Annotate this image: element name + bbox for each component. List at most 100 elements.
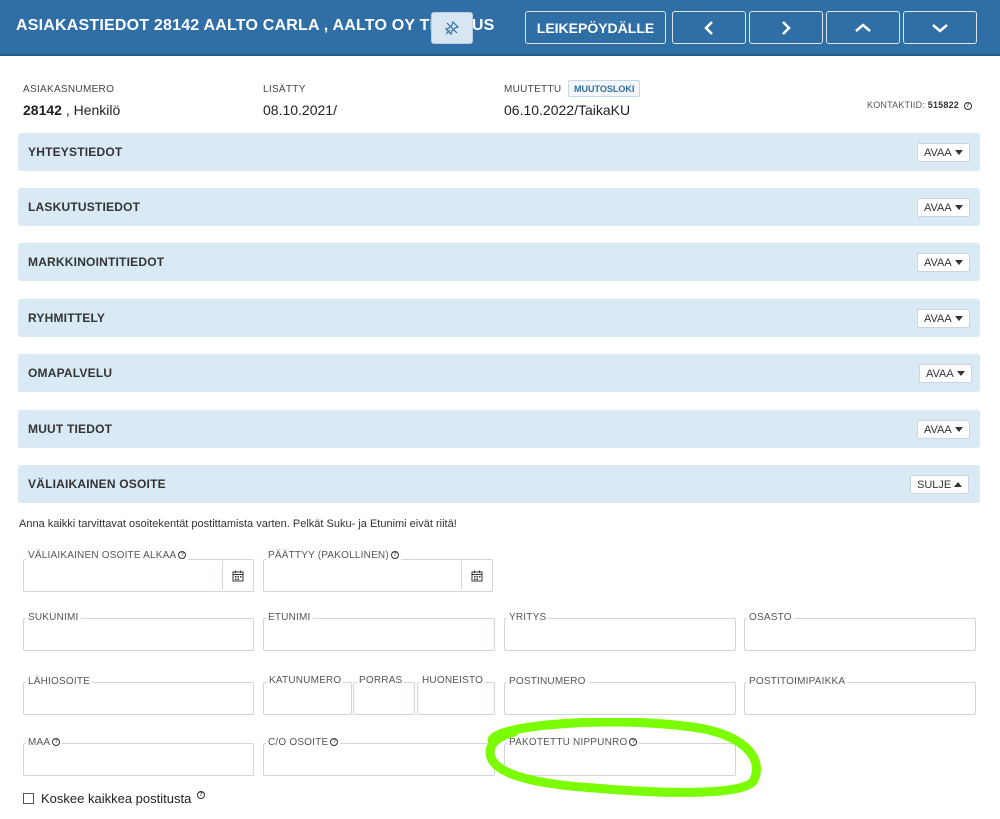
pin-off-icon (445, 21, 459, 35)
customer-number-value: 28142 , Henkilö (23, 102, 120, 118)
contact-id-value: 515822 (927, 100, 959, 110)
katunumero-field[interactable] (263, 682, 352, 715)
chevron-down-icon (932, 23, 948, 33)
open-label: AVAA (924, 256, 952, 269)
osasto-label: OSASTO (747, 612, 794, 623)
yritys-label: YRITYS (507, 612, 549, 623)
help-icon[interactable]: ? (963, 101, 972, 110)
open-button[interactable]: AVAA (917, 143, 970, 162)
open-label: AVAA (926, 367, 954, 380)
chevron-left-icon (704, 20, 713, 35)
section-title: OMAPALVELU (28, 366, 113, 380)
caret-down-icon (954, 205, 963, 210)
start-date-field[interactable] (23, 559, 254, 592)
open-button[interactable]: AVAA (917, 309, 970, 328)
nippunro-label: PAKOTETTU NIPPUNRO? (507, 737, 640, 748)
section-markkinointitiedot[interactable]: MARKKINOINTITIEDOT AVAA (18, 243, 980, 281)
section-title: LASKUTUSTIEDOT (28, 200, 141, 214)
open-label: AVAA (924, 423, 952, 436)
page-title: ASIAKASTIEDOT 28142 AALTO CARLA , AALTO … (16, 17, 495, 34)
section-title: MUUT TIEDOT (28, 422, 113, 436)
calendar-button[interactable] (461, 561, 491, 590)
all-mail-checkbox-label: Koskee kaikkea postitusta ? (41, 791, 205, 806)
calendar-icon (232, 570, 243, 581)
help-icon[interactable]: ? (52, 738, 61, 747)
huoneisto-label: HUONEISTO (420, 675, 486, 686)
open-button[interactable]: AVAA (919, 364, 972, 383)
modified-label: MUUTETTU (504, 84, 562, 95)
porras-label: PORRAS (357, 675, 405, 686)
start-date-label: VÄLIAIKAINEN OSOITE ALKAA? (26, 550, 189, 561)
section-title: YHTEYSTIEDOT (28, 145, 123, 159)
open-button[interactable]: AVAA (917, 198, 970, 217)
section-valiaikainen-osoite[interactable]: VÄLIAIKAINEN OSOITE SULJE (18, 465, 980, 503)
all-mail-checkbox[interactable] (23, 793, 34, 804)
co-address-label: C/O OSOITE? (266, 737, 341, 748)
header-bar: ASIAKASTIEDOT 28142 AALTO CARLA , AALTO … (0, 0, 1000, 56)
end-date-field[interactable] (263, 559, 493, 592)
section-omapalvelu[interactable]: OMAPALVELU AVAA (18, 354, 980, 392)
maa-label-text: MAA (28, 737, 51, 748)
pin-button[interactable] (431, 12, 473, 44)
close-label: SULJE (917, 478, 952, 491)
postinumero-label: POSTINUMERO (507, 676, 588, 687)
end-date-label: PÄÄTTYY (PAKOLLINEN)? (266, 550, 401, 561)
contact-id: KONTAKTIID: 515822 ? (867, 100, 972, 110)
help-icon[interactable]: ? (330, 738, 339, 747)
down-button[interactable] (903, 11, 977, 44)
up-button[interactable] (826, 11, 900, 44)
customer-number-label: ASIAKASNUMERO (23, 84, 115, 95)
open-label: AVAA (924, 146, 952, 159)
next-button[interactable] (749, 11, 823, 44)
start-date-label-text: VÄLIAIKAINEN OSOITE ALKAA (28, 550, 177, 561)
chevron-up-icon (855, 22, 871, 32)
section-ryhmittely[interactable]: RYHMITTELY AVAA (18, 299, 980, 337)
co-address-label-text: C/O OSOITE (268, 737, 329, 748)
section-title: VÄLIAIKAINEN OSOITE (28, 477, 166, 491)
section-muut-tiedot[interactable]: MUUT TIEDOT AVAA (18, 410, 980, 448)
prev-button[interactable] (672, 11, 746, 44)
help-icon[interactable]: ? (178, 551, 187, 560)
modified-value: 06.10.2022/TaikaKU (504, 102, 631, 118)
all-mail-checkbox-text: Koskee kaikkea postitusta (41, 791, 192, 806)
open-label: AVAA (924, 312, 952, 325)
help-icon[interactable]: ? (390, 551, 399, 560)
help-icon[interactable]: ? (629, 738, 638, 747)
calendar-button[interactable] (222, 561, 252, 590)
open-button[interactable]: AVAA (917, 253, 970, 272)
address-note: Anna kaikki tarvittavat osoitekentät pos… (19, 518, 457, 530)
huoneisto-field[interactable] (417, 682, 495, 715)
section-title: MARKKINOINTITIEDOT (28, 255, 165, 269)
section-title: RYHMITTELY (28, 311, 106, 325)
caret-up-icon (954, 482, 963, 487)
chevron-right-icon (782, 20, 791, 35)
added-label: LISÄTTY (263, 84, 306, 95)
customer-type: , Henkilö (61, 102, 121, 118)
open-label: AVAA (924, 201, 952, 214)
caret-down-icon (954, 260, 963, 265)
end-date-label-text: PÄÄTTYY (PAKOLLINEN) (268, 550, 389, 561)
contact-id-label: KONTAKTIID: (867, 100, 926, 110)
section-yhteystiedot[interactable]: YHTEYSTIEDOT AVAA (18, 133, 980, 171)
sukunimi-label: SUKUNIMI (26, 612, 81, 623)
caret-down-icon (954, 316, 963, 321)
clipboard-button[interactable]: LEIKEPÖYDÄLLE (525, 11, 666, 44)
changelog-button[interactable]: MUUTOSLOKI (568, 80, 641, 97)
section-laskutustiedot[interactable]: LASKUTUSTIEDOT AVAA (18, 188, 980, 226)
help-icon[interactable]: ? (196, 791, 205, 799)
added-value: 08.10.2021/ (263, 102, 337, 118)
open-button[interactable]: AVAA (917, 420, 970, 439)
porras-field[interactable] (353, 682, 415, 715)
postitoimipaikka-label: POSTITOIMIPAIKKA (747, 676, 848, 687)
katunumero-label: KATUNUMERO (267, 675, 344, 686)
caret-down-icon (954, 427, 963, 432)
customer-number: 28142 (23, 102, 62, 118)
caret-down-icon (954, 150, 963, 155)
lahiosoite-label: LÄHIOSOITE (26, 676, 93, 687)
calendar-icon (471, 570, 482, 581)
etunimi-label: ETUNIMI (266, 612, 313, 623)
nippunro-label-text: PAKOTETTU NIPPUNRO (509, 737, 628, 748)
close-button[interactable]: SULJE (910, 475, 970, 494)
maa-label: MAA? (26, 737, 63, 748)
caret-down-icon (956, 371, 965, 376)
